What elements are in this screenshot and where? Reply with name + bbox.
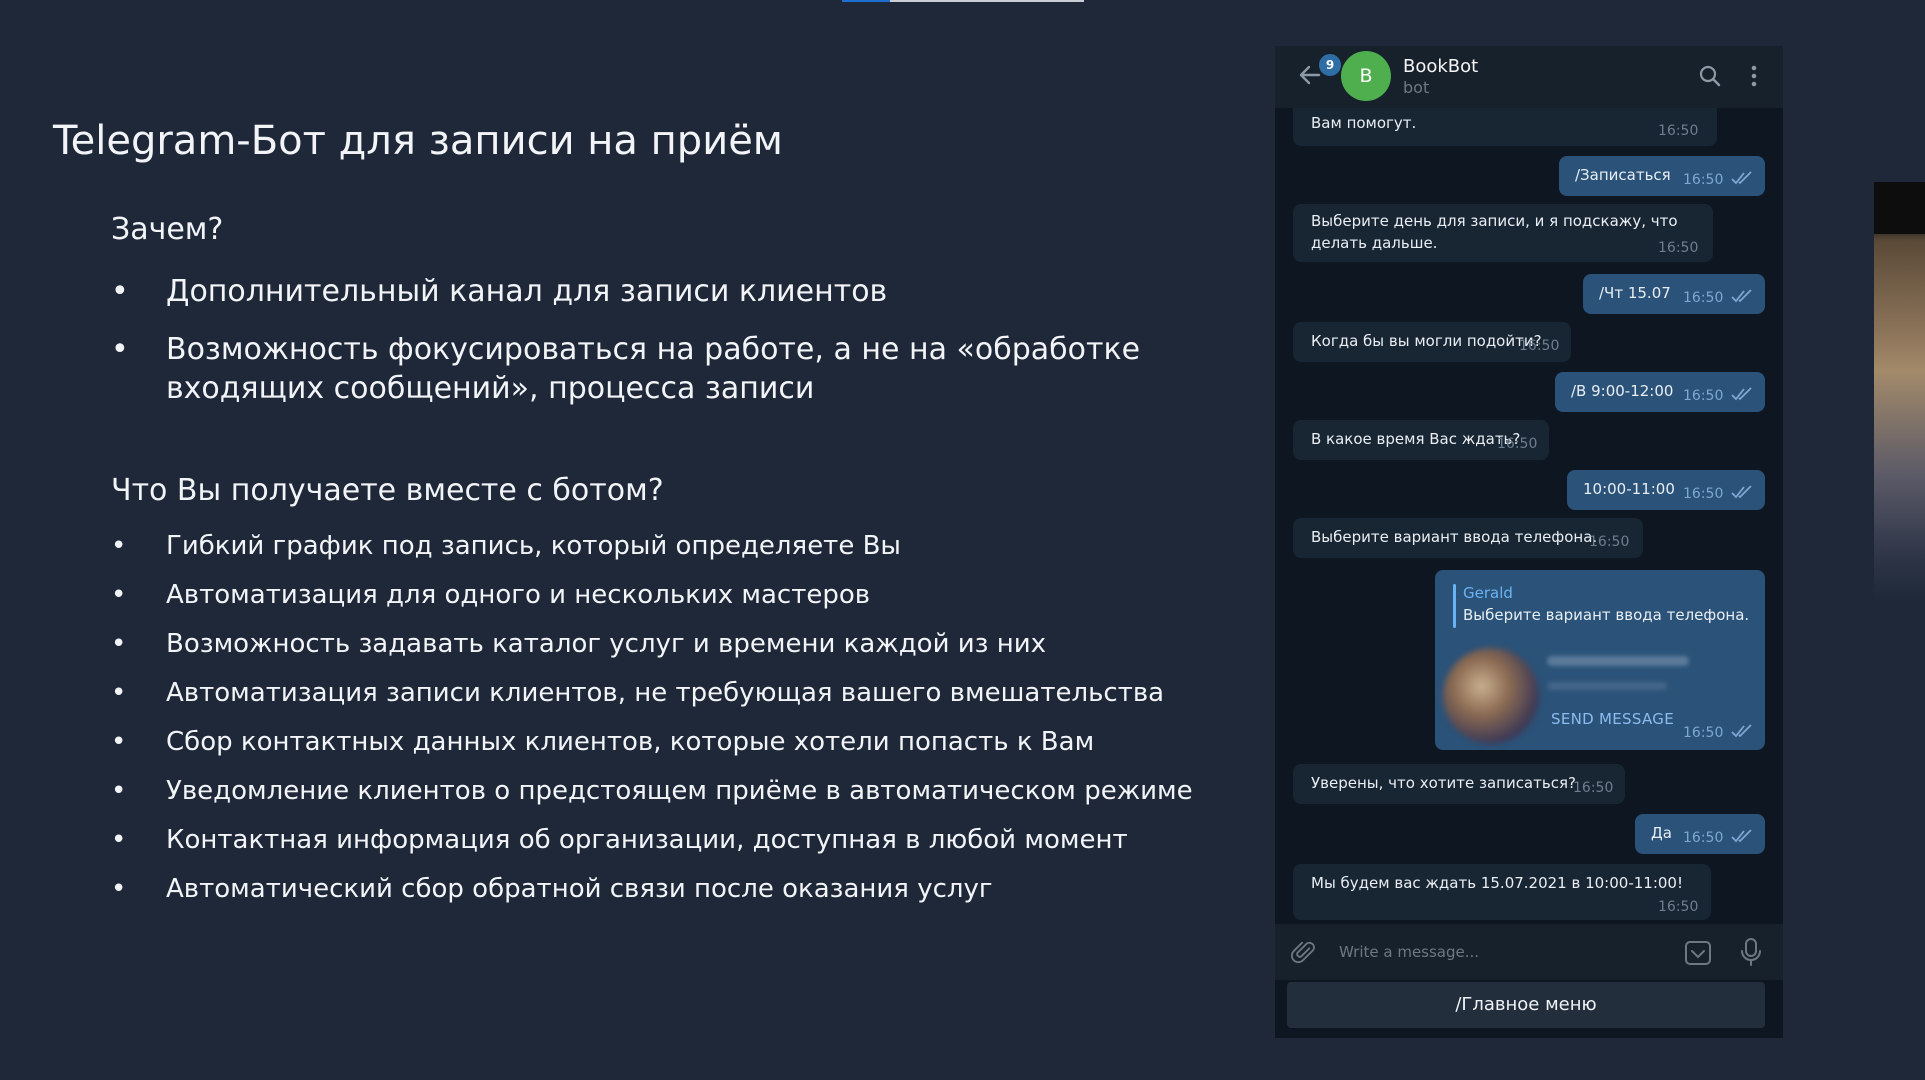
double-check-icon — [1731, 289, 1752, 303]
message-incoming: Выберите день для записи, и я подскажу, … — [1293, 204, 1713, 262]
message-outgoing: /Чт 15.07 16:50 — [1583, 274, 1765, 314]
reply-author: Gerald — [1463, 584, 1513, 602]
telegram-window: 9 B BookBot bot Вам помогут. 16:50 /Запи… — [1275, 46, 1783, 1038]
bullet-icon: • — [111, 629, 127, 659]
contact-photo — [1443, 648, 1539, 744]
search-icon[interactable] — [1697, 63, 1723, 89]
bullet-icon: • — [111, 531, 127, 561]
bullet-icon: • — [111, 580, 127, 610]
double-check-icon — [1731, 829, 1752, 843]
reply-text: Выберите вариант ввода телефона. — [1463, 606, 1750, 624]
message-outgoing: 10:00-11:00 16:50 — [1567, 470, 1765, 510]
bullet-icon: • — [111, 825, 127, 855]
bullet-icon: • — [111, 727, 127, 757]
message-incoming: Когда бы вы могли подойти? 16:50 — [1293, 322, 1571, 362]
double-check-icon — [1731, 485, 1752, 499]
message-outgoing: /Записаться 16:50 — [1559, 156, 1765, 196]
unread-badge: 9 — [1317, 52, 1343, 78]
bullet-icon: • — [111, 678, 127, 708]
what-heading: Что Вы получаете вместе с ботом? — [111, 473, 664, 508]
why-heading: Зачем? — [111, 212, 224, 247]
double-check-icon — [1731, 724, 1752, 738]
video-thumbnail — [1874, 182, 1925, 602]
contact-phone-blurred — [1547, 682, 1667, 690]
bullet-icon: • — [111, 874, 127, 904]
chat-name[interactable]: BookBot — [1403, 56, 1478, 77]
bullet-icon: • — [111, 332, 129, 367]
avatar[interactable]: B — [1341, 51, 1391, 101]
main-menu-button[interactable]: /Главное меню — [1287, 982, 1765, 1028]
message-incoming: Выберите вариант ввода телефона. 16:50 — [1293, 518, 1643, 558]
message-incoming: Уверены, что хотите записаться? 16:50 — [1293, 764, 1625, 804]
message-incoming: В какое время Вас ждать? 16:50 — [1293, 420, 1549, 460]
double-check-icon — [1731, 387, 1752, 401]
more-vertical-icon[interactable] — [1749, 63, 1759, 89]
chat-header: 9 B BookBot bot — [1275, 46, 1783, 108]
bullet-icon: • — [111, 274, 129, 309]
slide-progress-indicator — [842, 0, 1084, 2]
message-incoming: Вам помогут. 16:50 — [1293, 108, 1717, 146]
double-check-icon — [1731, 171, 1752, 185]
microphone-icon[interactable] — [1739, 937, 1763, 967]
send-message-button[interactable]: SEND MESSAGE — [1551, 708, 1674, 730]
message-input[interactable]: Write a message... — [1339, 943, 1479, 961]
chat-status: bot — [1403, 78, 1430, 97]
bot-keyboard-icon[interactable] — [1683, 939, 1713, 967]
paperclip-icon[interactable] — [1291, 939, 1319, 967]
message-composer: Write a message... — [1275, 924, 1783, 980]
message-outgoing-contact: Gerald Выберите вариант ввода телефона. … — [1435, 570, 1765, 750]
contact-name-blurred — [1547, 656, 1689, 666]
message-outgoing: Да 16:50 — [1635, 814, 1765, 854]
slide-title: Telegram-Бот для записи на приём — [53, 118, 783, 164]
message-outgoing: /В 9:00-12:00 16:50 — [1555, 372, 1765, 412]
reply-bar — [1453, 584, 1456, 628]
bot-reply-keyboard: /Главное меню — [1275, 980, 1783, 1038]
bullet-icon: • — [111, 776, 127, 806]
message-list[interactable]: Вам помогут. 16:50 /Записаться 16:50 Выб… — [1275, 108, 1783, 924]
message-incoming: Мы будем вас ждать 15.07.2021 в 10:00-11… — [1293, 864, 1711, 920]
